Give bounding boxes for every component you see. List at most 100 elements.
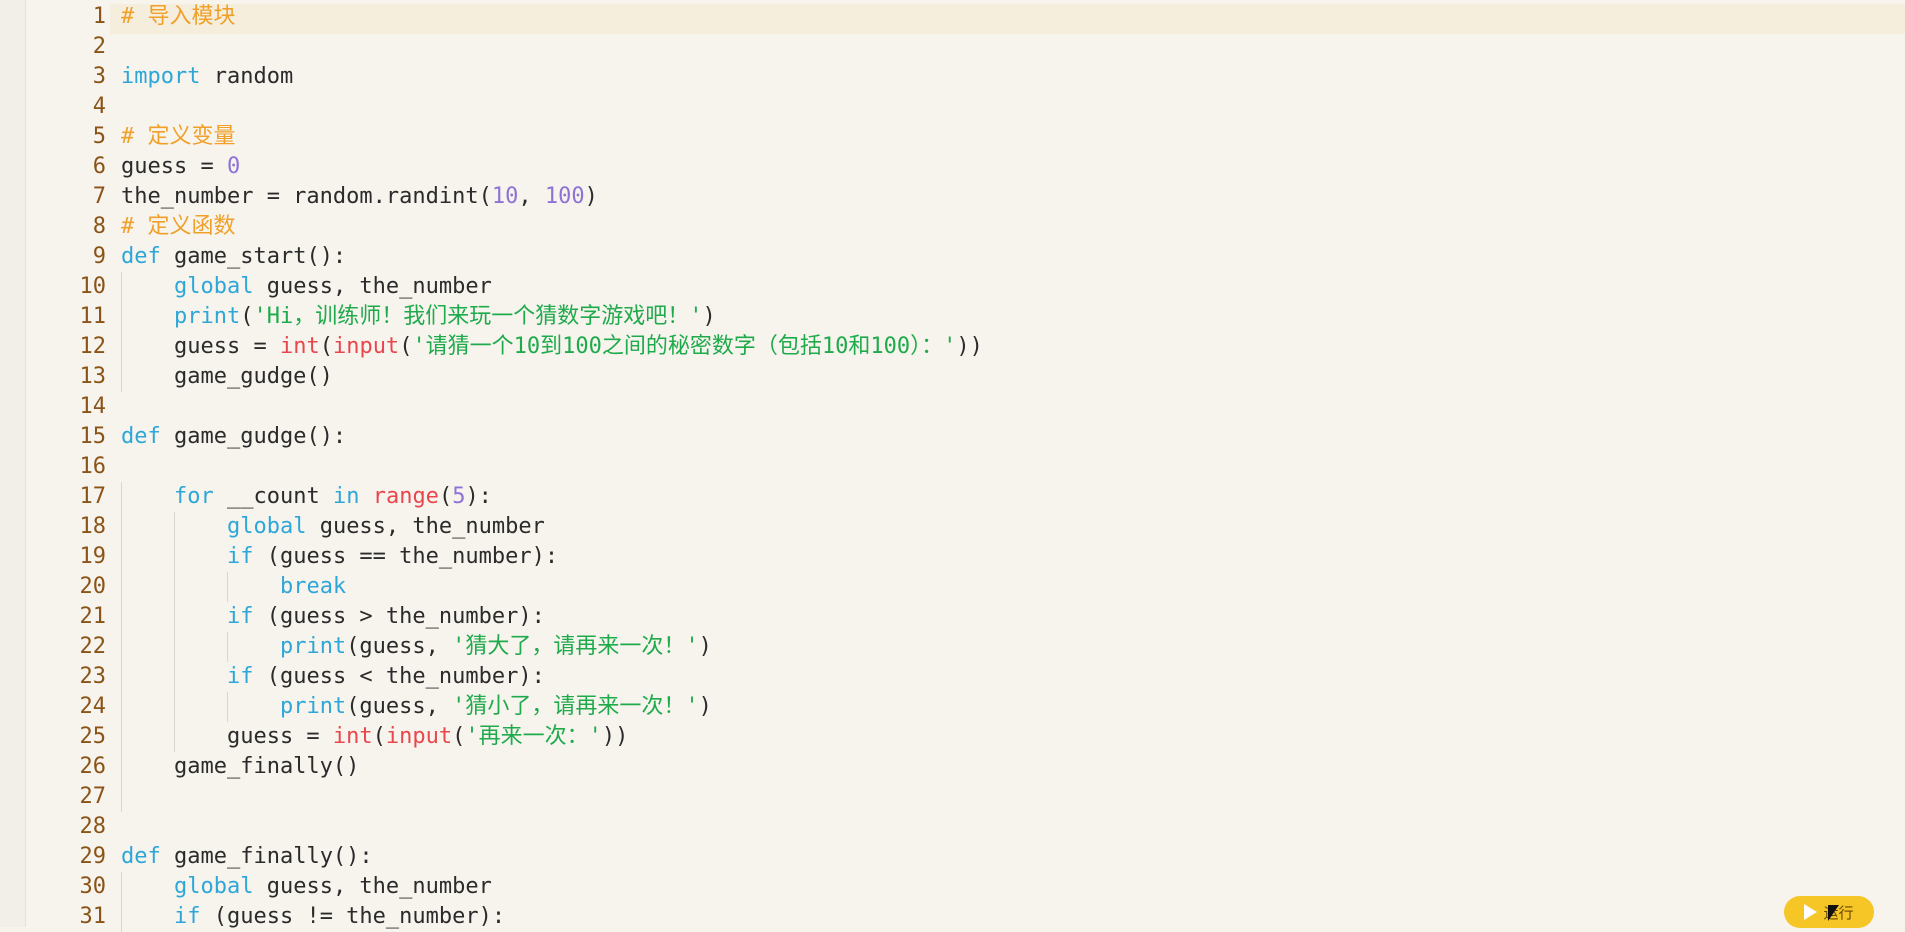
indent-guide [227,572,228,602]
line-number: 9 [92,244,106,269]
code-line[interactable]: # 定义变量 [121,122,236,152]
code-token: (guess, [346,694,453,719]
line-number: 17 [79,484,107,509]
code-token: 10 [491,184,519,209]
code-token: ( [399,334,413,359]
code-line[interactable]: def game_gudge(): [121,422,346,452]
indent-guide [227,632,228,662]
line-number: 12 [79,334,107,359]
code-line[interactable]: guess = int(input('请猜一个10到100之间的秘密数字（包括1… [121,332,983,362]
code-line[interactable]: def game_finally(): [121,842,373,872]
code-token: if [226,664,254,689]
line-number: 20 [79,574,107,599]
code-line[interactable]: print('Hi，训练师！我们来玩一个猜数字游戏吧！') [121,302,716,332]
code-line[interactable]: if (guess > the_number): [121,602,545,632]
line-number: 15 [79,424,107,449]
code-token: guess, the_number [253,274,492,299]
code-token: # 定义函数 [121,214,236,239]
code-token: random [200,64,294,89]
code-line[interactable]: import random [121,62,293,92]
code-line[interactable]: # 导入模块 [121,2,236,32]
code-token: , [518,184,545,209]
code-line[interactable]: if (guess == the_number): [121,542,558,572]
code-line[interactable]: game_finally() [121,752,359,782]
code-token: ( [240,304,254,329]
code-token: int [332,724,373,749]
code-token: (guess < the_number): [253,664,545,689]
code-token: guess, the_number [253,874,492,899]
line-number: 14 [79,394,107,419]
code-token: 0 [226,154,241,179]
indent-guide [227,692,228,722]
code-line[interactable]: game_gudge() [121,362,333,392]
play-icon [1804,904,1818,920]
code-token: ) [698,634,712,659]
code-token: game_gudge() [121,364,333,389]
code-line[interactable]: break [121,572,346,602]
code-token: 5 [452,484,466,509]
line-number: 3 [92,64,106,89]
line-number: 10 [79,274,107,299]
code-token: guess = [121,724,333,749]
code-line[interactable]: if (guess < the_number): [121,662,545,692]
code-token: input [332,334,400,359]
code-token: ): [465,484,492,509]
line-number: 26 [79,754,107,779]
code-token: 100 [544,184,585,209]
code-token: game_gudge(): [160,424,347,449]
line-number: 22 [79,634,107,659]
code-token: # 定义变量 [121,124,236,149]
code-token: '猜小了，请再来一次！' [452,694,699,719]
code-line[interactable]: print(guess, '猜大了，请再来一次！') [121,632,712,662]
code-line[interactable]: global guess, the_number [121,272,492,302]
code-token: input [385,724,453,749]
line-number: 6 [92,154,106,179]
code-token: def [121,844,161,869]
code-token: __count [213,484,333,509]
code-line[interactable]: if (guess != the_number): [121,902,505,932]
code-token: int [279,334,320,359]
code-line[interactable]: for __count in range(5): [121,482,492,512]
code-line[interactable]: the_number = random.randint(10, 100) [121,182,598,212]
code-token: 'Hi，训练师！我们来玩一个猜数字游戏吧！' [253,304,703,329]
mouse-cursor-icon [1828,905,1839,921]
code-token: global [226,514,307,539]
code-line[interactable]: print(guess, '猜小了，请再来一次！') [121,692,712,722]
code-line[interactable]: guess = 0 [121,152,240,182]
indent-guide [121,872,122,932]
code-line[interactable]: global guess, the_number [121,872,492,902]
code-token: game_finally(): [160,844,373,869]
line-number: 28 [79,814,107,839]
code-token: ( [372,724,386,749]
code-token: # 导入模块 [121,4,236,29]
code-token: ) [584,184,598,209]
line-number: 30 [79,874,107,899]
line-number: 8 [92,214,106,239]
line-number: 2 [92,34,106,59]
code-line[interactable]: # 定义函数 [121,212,236,242]
line-number: 16 [79,454,107,479]
line-number: 25 [79,724,107,749]
active-line-highlight [110,4,1905,34]
code-token: def [121,244,161,269]
code-token: def [121,424,161,449]
code-line[interactable]: guess = int(input('再来一次：')) [121,722,628,752]
code-token: '再来一次：' [465,724,602,749]
line-number: 19 [79,544,107,569]
line-number: 4 [92,94,106,119]
indent-guide [121,482,122,812]
code-token: ( [452,724,466,749]
code-line[interactable]: global guess, the_number [121,512,545,542]
code-token: in [332,484,360,509]
code-token: ( [438,484,453,509]
line-number: 23 [79,664,107,689]
code-line[interactable]: def game_start(): [121,242,346,272]
line-number: 18 [79,514,107,539]
line-number: 5 [92,124,106,149]
code-token: if [226,604,254,629]
